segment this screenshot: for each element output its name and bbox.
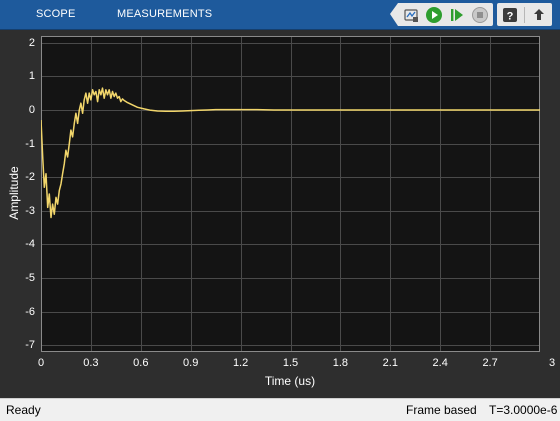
tab-measurements[interactable]: MEASUREMENTS xyxy=(117,0,212,29)
axes-frame xyxy=(41,36,540,352)
line-chart xyxy=(41,36,540,352)
tab-scope[interactable]: SCOPE xyxy=(36,0,76,29)
y-tick-label: 1 xyxy=(28,70,35,83)
x-tick-label: 2.4 xyxy=(432,357,448,369)
help-icon[interactable]: ? xyxy=(501,6,519,24)
status-bar: Ready Frame based T=3.0000e-6 xyxy=(0,398,560,421)
toolbar-edge xyxy=(390,3,398,26)
undock-icon[interactable] xyxy=(530,6,548,24)
stop-icon[interactable] xyxy=(471,6,489,24)
x-tick-label: 0.6 xyxy=(133,357,149,369)
y-tick-label: 2 xyxy=(28,36,35,49)
x-tick-label: 1.2 xyxy=(232,357,249,369)
status-text: Ready xyxy=(6,403,41,417)
y-tick-label: -6 xyxy=(25,305,35,318)
plot-area[interactable] xyxy=(41,36,540,352)
svg-text:?: ? xyxy=(507,10,514,22)
x-tick-label: 1.5 xyxy=(282,357,299,369)
y-tick-label: -7 xyxy=(25,339,35,352)
x-tick-label: 3 xyxy=(548,357,556,369)
series-line xyxy=(41,87,540,219)
y-tick-label: -4 xyxy=(25,238,35,251)
y-tick-label: -1 xyxy=(25,137,35,150)
x-axis-label: Time (us) xyxy=(264,374,316,388)
simulation-time: T=3.0000e-6 xyxy=(489,403,558,417)
x-tick-label: 0.9 xyxy=(183,357,199,369)
simulation-controls xyxy=(398,3,493,26)
x-tick-label: 2.7 xyxy=(482,357,498,369)
y-tick-label: -5 xyxy=(25,272,35,285)
y-axis-label: Amplitude xyxy=(7,166,21,220)
toolstrip: SCOPE MEASUREMENTS ? xyxy=(0,0,560,30)
quick-access-toolbar: ? xyxy=(390,3,552,26)
grid-lines xyxy=(41,36,540,352)
signal-selector-icon[interactable] xyxy=(402,6,420,24)
x-tick-label: 1.8 xyxy=(332,357,349,369)
x-tick-label: 2.1 xyxy=(382,357,398,369)
processing-mode: Frame based xyxy=(406,403,477,417)
x-tick-label: 0 xyxy=(37,357,45,369)
toolbar-separator xyxy=(524,6,525,23)
y-tick-label: 0 xyxy=(28,103,35,116)
help-controls: ? xyxy=(497,3,552,26)
x-tick-label: 0.3 xyxy=(83,357,99,369)
step-forward-icon[interactable] xyxy=(448,6,466,24)
run-icon[interactable] xyxy=(425,6,443,24)
